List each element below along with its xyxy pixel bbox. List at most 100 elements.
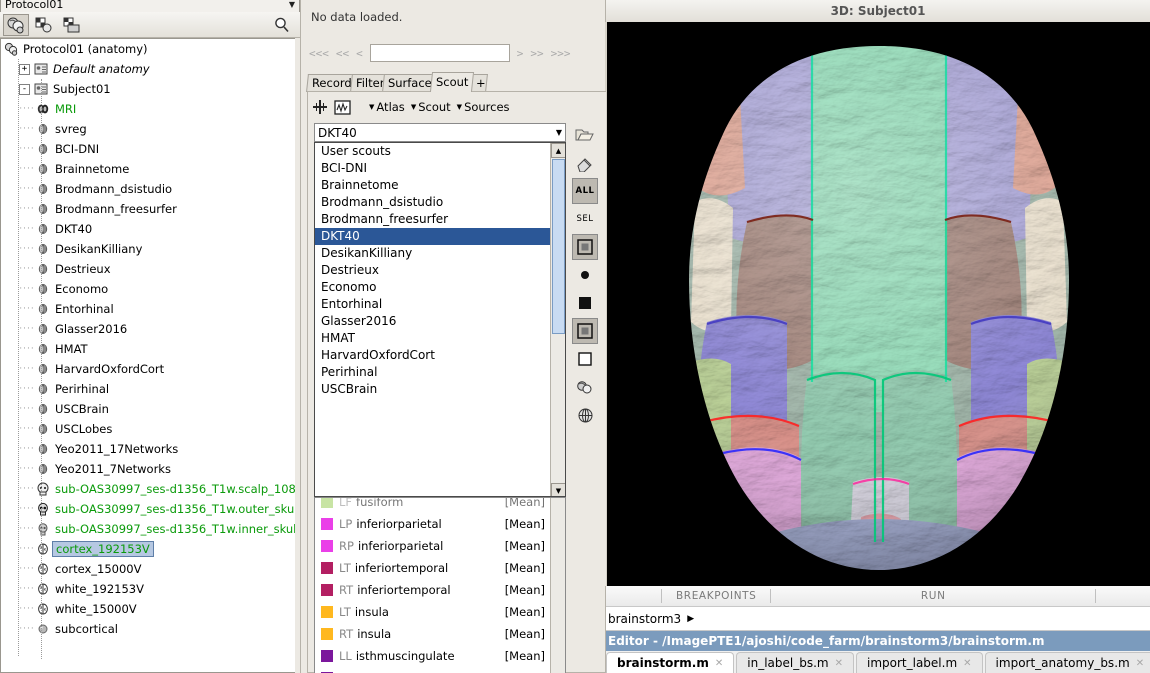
atlas-option-entorhinal[interactable]: Entorhinal <box>315 296 565 313</box>
anatomy-view-button[interactable] <box>3 13 29 36</box>
atlas-menu[interactable]: ▼ Atlas <box>369 100 405 114</box>
scout-row[interactable]: LT insula [Mean] <box>315 601 565 623</box>
editor-tab-brainstorm-m[interactable]: brainstorm.m ✕ <box>606 652 735 673</box>
globe-icon[interactable] <box>572 402 598 428</box>
atlas-option-economo[interactable]: Economo <box>315 279 565 296</box>
tree-node-cortex-192153v[interactable]: ···· cortex_192153V <box>1 539 295 559</box>
overlap-scouts-icon[interactable] <box>572 374 598 400</box>
atlas-option-bci-dni[interactable]: BCI-DNI <box>315 160 565 177</box>
matlab-current-folder-bar[interactable]: brainstorm3 ▶ <box>606 607 1150 631</box>
tree-node-bci-dni[interactable]: ···· BCI-DNI <box>1 139 295 159</box>
open-folder-icon[interactable] <box>572 122 598 148</box>
chevron-right-icon[interactable]: ▶ <box>687 614 694 624</box>
atlas-option-brodmann-freesurfer[interactable]: Brodmann_freesurfer <box>315 211 565 228</box>
square-filled-icon[interactable] <box>572 290 598 316</box>
scout-row[interactable]: RP inferiorparietal [Mean] <box>315 535 565 557</box>
scout-row[interactable]: LP inferiorparietal [Mean] <box>315 513 565 535</box>
close-icon[interactable]: ✕ <box>1136 658 1144 669</box>
atlas-option-brodmann-dsistudio[interactable]: Brodmann_dsistudio <box>315 194 565 211</box>
tree-node-dkt40[interactable]: ···· DKT40 <box>1 219 295 239</box>
scrollbar-thumb[interactable] <box>552 159 565 334</box>
tree-node-sub-oas30997-ses-d1356-t1w-outer-skull-100[interactable]: ···· sub-OAS30997_ses-d1356_T1w.outer_sku… <box>1 499 295 519</box>
functional-subjects-button[interactable] <box>31 14 57 36</box>
atlas-dropdown-list[interactable]: User scouts BCI-DNI Brainnetome Brodmann_ds… <box>314 142 566 497</box>
square-outline-filled-icon[interactable] <box>572 318 598 344</box>
nav-prev-button[interactable]: < <box>356 47 363 60</box>
dot-small-icon[interactable] <box>572 262 598 288</box>
scout-row[interactable]: LT inferiortemporal [Mean] <box>315 557 565 579</box>
scroll-down-arrow-icon[interactable]: ▼ <box>551 483 565 496</box>
tab-scout[interactable]: Scout <box>429 72 475 92</box>
atlas-option-hmat[interactable]: HMAT <box>315 330 565 347</box>
tree-node-yeo2011-17networks[interactable]: ···· Yeo2011_17Networks <box>1 439 295 459</box>
tree-node-sub-oas30997-ses-d1356-t1w-inner-skull-100[interactable]: ···· sub-OAS30997_ses-d1356_T1w.inner_sku… <box>1 519 295 539</box>
tree-node-brainnetome[interactable]: ···· Brainnetome <box>1 159 295 179</box>
tab-record[interactable]: Record <box>306 74 354 92</box>
tree-node-desikankilliany[interactable]: ···· DesikanKilliany <box>1 239 295 259</box>
close-icon[interactable]: ✕ <box>715 658 723 669</box>
tree-expand-icon[interactable]: + <box>19 63 30 75</box>
tree-node-destrieux[interactable]: ···· Destrieux <box>1 259 295 279</box>
close-icon[interactable]: ✕ <box>963 658 971 669</box>
tree-node-white-15000v[interactable]: ···· white_15000V <box>1 599 295 619</box>
tree-node-economo[interactable]: ···· Economo <box>1 279 295 299</box>
tree-node-hmat[interactable]: ···· HMAT <box>1 339 295 359</box>
scout-list-scrollbar[interactable]: ▼ <box>550 498 565 673</box>
scroll-up-arrow-icon[interactable]: ▲ <box>551 143 565 158</box>
tree-node-brodmann-dsistudio[interactable]: ···· Brodmann_dsistudio <box>1 179 295 199</box>
editor-tab-import-label-m[interactable]: import_label.m ✕ <box>856 652 983 673</box>
tree-node-cortex-15000v[interactable]: ···· cortex_15000V <box>1 559 295 579</box>
tree-node-svreg[interactable]: ···· svreg <box>1 119 295 139</box>
tree-node-brodmann-freesurfer[interactable]: ···· Brodmann_freesurfer <box>1 199 295 219</box>
tree-node-perirhinal[interactable]: ···· Perirhinal <box>1 379 295 399</box>
tree-node-glasser2016[interactable]: ···· Glasser2016 <box>1 319 295 339</box>
tree-node-uscbrain[interactable]: ···· USCBrain <box>1 399 295 419</box>
scout-row[interactable]: LL isthmuscingulate [Mean] <box>315 645 565 667</box>
atlas-option-glasser2016[interactable]: Glasser2016 <box>315 313 565 330</box>
atlas-option-dkt40[interactable]: DKT40 <box>315 228 565 245</box>
nav-first-button[interactable]: <<< <box>309 47 329 60</box>
scout-row-partial[interactable]: LF fusiform [Mean] <box>315 498 565 513</box>
eraser-icon[interactable] <box>572 150 598 176</box>
tree-node-white-192153v[interactable]: ···· white_192153V <box>1 579 295 599</box>
tree-node-subject01[interactable]: - Subject01 <box>1 79 295 99</box>
time-input[interactable] <box>369 44 510 62</box>
editor-tab-import-anatomy-bs-m[interactable]: import_anatomy_bs.m ✕ <box>984 652 1150 673</box>
atlas-option-perirhinal[interactable]: Perirhinal <box>315 364 565 381</box>
search-icon[interactable] <box>269 14 295 36</box>
nav-next-button[interactable]: > <box>517 47 524 60</box>
tree-node-harvardoxfordcort[interactable]: ···· HarvardOxfordCort <box>1 359 295 379</box>
tab-surface[interactable]: Surface <box>382 74 434 92</box>
functional-conditions-button[interactable] <box>59 14 85 36</box>
tab-filter[interactable]: Filter <box>350 74 386 92</box>
crosshair-icon[interactable] <box>312 99 328 115</box>
atlas-option-desikankilliany[interactable]: DesikanKilliany <box>315 245 565 262</box>
close-icon[interactable]: ✕ <box>835 658 843 669</box>
timeseries-icon[interactable] <box>334 99 351 115</box>
editor-tab-in-label-bs-m[interactable]: in_label_bs.m ✕ <box>736 652 854 673</box>
tree-node-default-anatomy[interactable]: + Default anatomy <box>1 59 295 79</box>
square-empty-icon[interactable] <box>572 346 598 372</box>
tree-node-mri[interactable]: ···· MRI <box>1 99 295 119</box>
atlas-option-brainnetome[interactable]: Brainnetome <box>315 177 565 194</box>
atlas-option-uscbrain[interactable]: USCBrain <box>315 381 565 398</box>
scout-row[interactable]: RListhmuscingulate[Mean] <box>315 667 565 673</box>
tree-node-sub-oas30997-ses-d1356-t1w-scalp-1083v[interactable]: ···· sub-OAS30997_ses-d1356_T1w.scalp_108… <box>1 479 295 499</box>
tree-node-protocol01-anatomy-[interactable]: Protocol01 (anatomy) <box>1 39 295 59</box>
select-sel-button[interactable]: SEL <box>572 206 598 232</box>
tree-collapse-icon[interactable]: - <box>19 83 30 95</box>
tree-node-subcortical[interactable]: ···· subcortical <box>1 619 295 639</box>
tree-node-yeo2011-7networks[interactable]: ···· Yeo2011_7Networks <box>1 459 295 479</box>
atlas-option-user-scouts[interactable]: User scouts <box>315 143 565 160</box>
sources-menu[interactable]: ▼ Sources <box>457 100 510 114</box>
run-label[interactable]: RUN <box>921 590 946 602</box>
anatomy-tree[interactable]: Protocol01 (anatomy) + Default anatomy - Sub… <box>0 38 295 673</box>
nav-next-page-button[interactable]: >> <box>530 47 543 60</box>
scout-list[interactable]: LF fusiform [Mean] LP inferiorparietal [Mean]… <box>314 497 566 673</box>
figure-3d-view[interactable] <box>607 22 1150 586</box>
atlas-option-harvardoxfordcort[interactable]: HarvardOxfordCort <box>315 347 565 364</box>
atlas-selector[interactable]: DKT40 ▼ <box>314 123 566 142</box>
show-contour-button[interactable] <box>572 234 598 260</box>
breakpoints-label[interactable]: BREAKPOINTS <box>676 590 756 602</box>
select-all-button[interactable]: ALL <box>572 178 598 204</box>
